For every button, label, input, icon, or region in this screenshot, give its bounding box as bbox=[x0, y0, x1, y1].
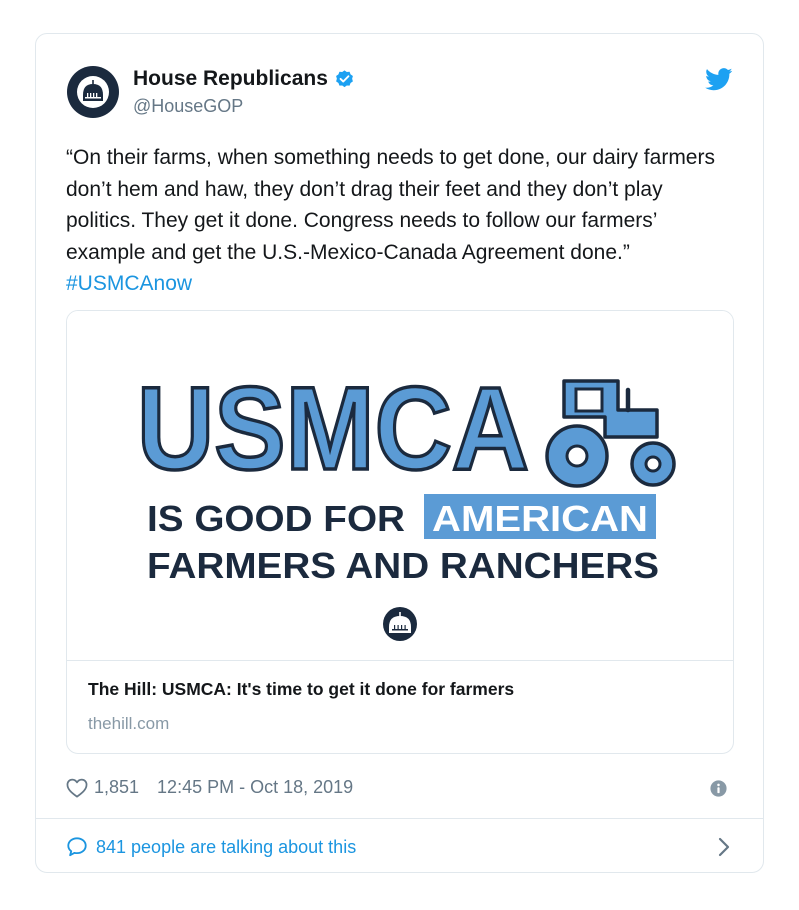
tweet-body: “On their farms, when something needs to… bbox=[66, 146, 715, 264]
author-name[interactable]: House Republicans bbox=[133, 67, 355, 91]
link-preview-card[interactable]: USMCA IS GOOD FOR AMERICAN FARMERS AND R… bbox=[66, 310, 734, 754]
tweet-text: “On their farms, when something needs to… bbox=[66, 142, 726, 300]
link-card-divider bbox=[67, 660, 733, 661]
footer-divider bbox=[36, 818, 763, 819]
hashtag-link[interactable]: #USMCAnow bbox=[66, 272, 192, 295]
info-icon[interactable] bbox=[710, 780, 727, 802]
link-preview-image: USMCA IS GOOD FOR AMERICAN FARMERS AND R… bbox=[67, 311, 733, 660]
link-domain: thehill.com bbox=[88, 714, 170, 733]
talking-count: 841 people are talking about this bbox=[96, 836, 357, 857]
author-name-text: House Republicans bbox=[133, 67, 328, 90]
conversation-link[interactable]: 841 people are talking about this bbox=[66, 832, 736, 862]
line2-text: FARMERS AND RANCHERS bbox=[147, 545, 659, 586]
line1-highlight: AMERICAN bbox=[432, 498, 648, 539]
tractor-icon bbox=[545, 379, 676, 488]
speech-bubble-icon bbox=[67, 837, 87, 857]
heart-outline-icon[interactable] bbox=[66, 778, 88, 798]
tweet-card: House Republicans @HouseGOP “On their fa… bbox=[35, 33, 764, 873]
verified-badge-icon bbox=[335, 69, 353, 87]
chevron-right-icon bbox=[718, 837, 730, 857]
twitter-bird-icon[interactable] bbox=[705, 68, 733, 96]
timestamp[interactable]: 12:45 PM - Oct 18, 2019 bbox=[157, 777, 353, 798]
tweet-meta: 1,851 12:45 PM - Oct 18, 2019 bbox=[66, 777, 353, 798]
capitol-dome-icon bbox=[77, 76, 109, 108]
avatar[interactable] bbox=[67, 66, 119, 118]
link-title[interactable]: The Hill: USMCA: It's time to get it don… bbox=[88, 679, 514, 700]
capitol-logo-icon bbox=[383, 607, 417, 641]
usmca-headline: USMCA bbox=[137, 363, 529, 495]
author-handle[interactable]: @HouseGOP bbox=[133, 96, 243, 117]
line1-prefix: IS GOOD FOR bbox=[147, 498, 405, 539]
like-count[interactable]: 1,851 bbox=[94, 777, 139, 798]
